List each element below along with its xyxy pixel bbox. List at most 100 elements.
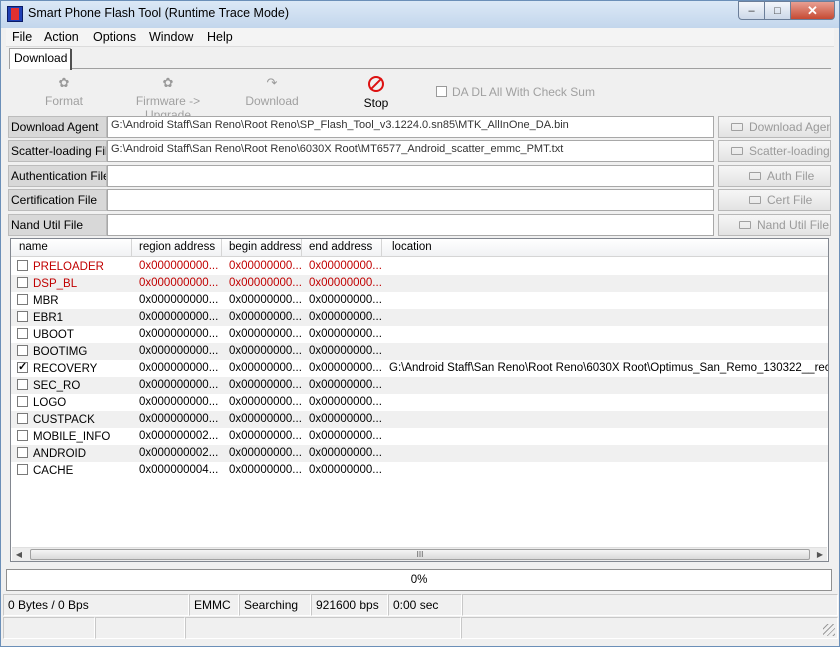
cert-field[interactable] bbox=[107, 189, 714, 211]
title-bar[interactable]: Smart Phone Flash Tool (Runtime Trace Mo… bbox=[1, 1, 839, 28]
table-row[interactable]: UBOOT 0x000000000... 0x00000000... 0x000000… bbox=[11, 326, 828, 343]
status-speed: 0 Bytes / 0 Bps bbox=[3, 594, 189, 616]
row-checkbox[interactable] bbox=[17, 328, 28, 339]
table-row[interactable]: CUSTPACK 0x000000000... 0x00000000... 0x000… bbox=[11, 411, 828, 428]
menu-action[interactable]: Action bbox=[44, 30, 79, 44]
table-row[interactable]: PRELOADER 0x000000000... 0x00000000... 0x00… bbox=[11, 258, 828, 275]
minimize-button[interactable]: – bbox=[738, 1, 765, 20]
app-logo-icon bbox=[7, 6, 23, 22]
nand-button[interactable]: Nand Util File bbox=[718, 214, 831, 236]
table-row[interactable]: SEC_RO 0x000000000... 0x00000000... 0x00000… bbox=[11, 377, 828, 394]
row-checkbox[interactable] bbox=[17, 464, 28, 475]
da-checksum-label: DA DL All With Check Sum bbox=[452, 85, 595, 99]
table-row[interactable]: ANDROID 0x000000002... 0x00000000... 0x0000… bbox=[11, 445, 828, 462]
partition-name-text: CUSTPACK bbox=[33, 414, 95, 426]
table-row[interactable]: MBR 0x000000000... 0x00000000... 0x00000000… bbox=[11, 292, 828, 309]
end-address: 0x00000000... bbox=[309, 311, 382, 323]
region-address: 0x000000002... bbox=[139, 430, 219, 442]
partition-name: BOOTIMG bbox=[17, 345, 135, 358]
da-checksum-checkbox[interactable]: DA DL All With Check Sum bbox=[436, 85, 595, 99]
nand-field[interactable] bbox=[107, 214, 714, 236]
download-agent-label: Download Agent bbox=[8, 116, 107, 138]
row-checkbox[interactable] bbox=[17, 379, 28, 390]
firmware-upgrade-button[interactable]: ✿ Firmware -> Upgrade bbox=[116, 74, 220, 123]
menu-help[interactable]: Help bbox=[207, 30, 233, 44]
column-begin-address[interactable]: begin address bbox=[229, 241, 301, 253]
partition-name-text: MBR bbox=[33, 295, 59, 307]
table-row[interactable]: BOOTIMG 0x000000000... 0x00000000... 0x0000… bbox=[11, 343, 828, 360]
row-checkbox[interactable] bbox=[17, 277, 28, 288]
end-address: 0x00000000... bbox=[309, 294, 382, 306]
tab-download[interactable]: Download bbox=[9, 48, 72, 70]
row-checkbox[interactable] bbox=[17, 447, 28, 458]
scroll-thumb[interactable]: III bbox=[30, 549, 810, 560]
partition-name-text: SEC_RO bbox=[33, 380, 81, 392]
status-storage: EMMC bbox=[189, 594, 239, 616]
column-region-address[interactable]: region address bbox=[139, 241, 215, 253]
stop-button[interactable]: Stop bbox=[358, 74, 394, 110]
auth-button[interactable]: Auth File bbox=[718, 165, 831, 187]
table-row[interactable]: MOBILE_INFO 0x000000002... 0x00000000... 0x… bbox=[11, 428, 828, 445]
location: G:\Android Staff\San Reno\Root Reno\6030… bbox=[389, 362, 828, 374]
close-button[interactable]: ✕ bbox=[791, 1, 835, 20]
partition-name-text: DSP_BL bbox=[33, 278, 78, 290]
end-address: 0x00000000... bbox=[309, 277, 382, 289]
download-label: Download bbox=[245, 94, 299, 108]
format-button[interactable]: ✿ Format bbox=[44, 74, 84, 109]
auth-button-label: Auth File bbox=[767, 169, 815, 183]
table-row[interactable]: EBR1 0x000000000... 0x00000000... 0x0000000… bbox=[11, 309, 828, 326]
scatter-button[interactable]: Scatter-loading bbox=[718, 140, 831, 162]
maximize-button[interactable]: □ bbox=[765, 1, 791, 20]
end-address: 0x00000000... bbox=[309, 345, 382, 357]
region-address: 0x000000000... bbox=[139, 396, 219, 408]
row-checkbox[interactable] bbox=[17, 413, 28, 424]
begin-address: 0x00000000... bbox=[229, 311, 302, 323]
download-agent-button[interactable]: Download Agent bbox=[718, 116, 831, 138]
scatter-field[interactable]: G:\Android Staff\San Reno\Root Reno\6030… bbox=[107, 140, 714, 162]
column-location[interactable]: location bbox=[392, 241, 432, 253]
table-row[interactable]: LOGO 0x000000000... 0x00000000... 0x0000000… bbox=[11, 394, 828, 411]
row-checkbox[interactable] bbox=[17, 294, 28, 305]
download-button[interactable]: ↷ Download bbox=[244, 74, 300, 109]
status-extra bbox=[462, 594, 838, 616]
nand-row: Nand Util File Nand Util File bbox=[8, 214, 831, 236]
begin-address: 0x00000000... bbox=[229, 260, 302, 272]
auth-field[interactable] bbox=[107, 165, 714, 187]
table-row[interactable]: CACHE 0x000000004... 0x00000000... 0x000000… bbox=[11, 462, 828, 479]
end-address: 0x00000000... bbox=[309, 328, 382, 340]
partition-name: CUSTPACK bbox=[17, 413, 135, 426]
menu-window[interactable]: Window bbox=[149, 30, 193, 44]
status-cell bbox=[461, 617, 838, 639]
table-row[interactable]: DSP_BL 0x000000000... 0x00000000... 0x00000… bbox=[11, 275, 828, 292]
begin-address: 0x00000000... bbox=[229, 430, 302, 442]
row-checkbox[interactable] bbox=[17, 362, 28, 373]
cert-button-label: Cert File bbox=[767, 193, 813, 207]
column-name[interactable]: name bbox=[19, 241, 48, 253]
row-checkbox[interactable] bbox=[17, 430, 28, 441]
column-end-address[interactable]: end address bbox=[309, 241, 372, 253]
cert-button[interactable]: Cert File bbox=[718, 189, 831, 211]
row-checkbox[interactable] bbox=[17, 260, 28, 271]
partition-name: MBR bbox=[17, 294, 135, 307]
row-checkbox[interactable] bbox=[17, 311, 28, 322]
row-checkbox[interactable] bbox=[17, 396, 28, 407]
scroll-right-icon[interactable]: ▶ bbox=[813, 549, 827, 561]
nand-button-label: Nand Util File bbox=[757, 218, 830, 232]
menu-file[interactable]: File bbox=[12, 30, 32, 44]
menu-options[interactable]: Options bbox=[93, 30, 136, 44]
progress-bar: 0% bbox=[6, 569, 832, 591]
scroll-left-icon[interactable]: ◀ bbox=[12, 549, 26, 561]
partition-name: SEC_RO bbox=[17, 379, 135, 392]
begin-address: 0x00000000... bbox=[229, 362, 302, 374]
download-agent-field[interactable]: G:\Android Staff\San Reno\Root Reno\SP_F… bbox=[107, 116, 714, 138]
partition-name-text: UBOOT bbox=[33, 329, 74, 341]
end-address: 0x00000000... bbox=[309, 396, 382, 408]
toolbar: ✿ Format ✿ Firmware -> Upgrade ↷ Downloa… bbox=[6, 74, 831, 123]
table-body: PRELOADER 0x000000000... 0x00000000... 0x00… bbox=[11, 258, 828, 479]
horizontal-scrollbar[interactable]: ◀ III ▶ bbox=[12, 547, 827, 561]
resize-grip-icon[interactable] bbox=[823, 624, 835, 636]
partition-name: CACHE bbox=[17, 464, 135, 477]
table-row[interactable]: RECOVERY 0x000000000... 0x00000000... 0x000… bbox=[11, 360, 828, 377]
row-checkbox[interactable] bbox=[17, 345, 28, 356]
end-address: 0x00000000... bbox=[309, 413, 382, 425]
